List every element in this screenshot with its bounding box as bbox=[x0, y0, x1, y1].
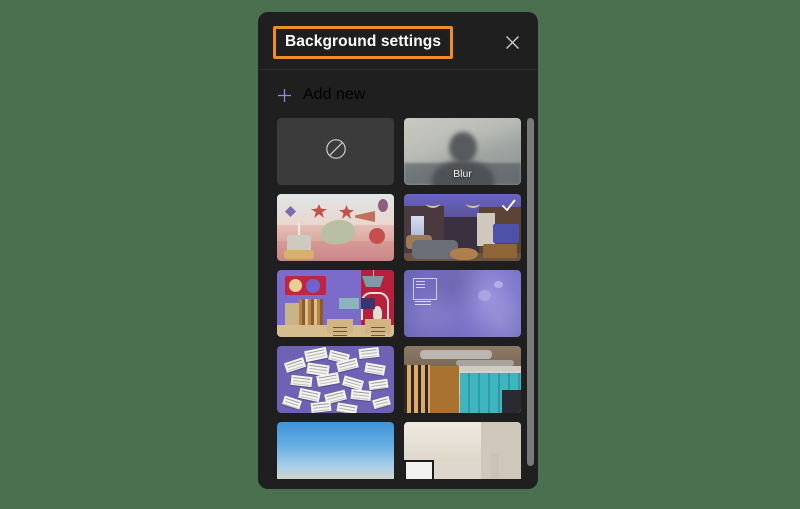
background-tile-blue-sky[interactable] bbox=[277, 422, 394, 479]
living-room-thumbnail bbox=[404, 194, 521, 261]
page-title-highlight: Background settings bbox=[273, 26, 454, 59]
purple-abstract-thumbnail bbox=[404, 270, 521, 337]
close-button[interactable] bbox=[498, 28, 526, 56]
sticky-note bbox=[336, 402, 358, 413]
plus-icon bbox=[277, 88, 292, 103]
background-thumbnail-grid: Blur bbox=[258, 118, 538, 479]
sticky-note bbox=[290, 374, 313, 388]
scrollbar-thumb[interactable] bbox=[527, 118, 534, 466]
background-settings-panel: Background settings Add new Blur bbox=[258, 12, 538, 489]
sticky-note bbox=[364, 362, 386, 376]
sticky-note bbox=[310, 400, 332, 413]
sticky-note bbox=[368, 378, 389, 391]
add-new-button[interactable]: Add new bbox=[258, 70, 365, 118]
no-background-thumbnail bbox=[277, 118, 394, 185]
sticky-note bbox=[316, 372, 340, 387]
page-title: Background settings bbox=[285, 33, 442, 50]
effect-tile-blur[interactable]: Blur bbox=[404, 118, 521, 185]
background-tile-sticky-notes[interactable] bbox=[277, 346, 394, 413]
background-tile-colorful-room[interactable] bbox=[277, 270, 394, 337]
white-room-thumbnail bbox=[404, 422, 521, 479]
sticky-note bbox=[358, 346, 380, 360]
background-tile-party-pastel[interactable] bbox=[277, 194, 394, 261]
add-new-label: Add new bbox=[303, 86, 366, 103]
background-tile-living-room[interactable] bbox=[404, 194, 521, 261]
colorful-room-thumbnail bbox=[277, 270, 394, 337]
blur-thumbnail: Blur bbox=[404, 118, 521, 185]
close-icon bbox=[505, 35, 520, 50]
no-background-icon bbox=[325, 138, 347, 165]
sticky-note bbox=[304, 346, 328, 363]
sticky-note bbox=[350, 388, 372, 402]
sticky-notes-thumbnail bbox=[277, 346, 394, 413]
background-tile-office-lockers[interactable] bbox=[404, 346, 521, 413]
blue-sky-thumbnail bbox=[277, 422, 394, 479]
blur-person-head bbox=[448, 132, 477, 163]
panel-header: Background settings bbox=[258, 12, 538, 70]
sticky-note bbox=[372, 395, 391, 410]
party-pastel-thumbnail bbox=[277, 194, 394, 261]
background-thumbnail-scroll-area: Blur bbox=[258, 118, 538, 479]
effect-tile-none[interactable] bbox=[277, 118, 394, 185]
background-tile-white-room[interactable] bbox=[404, 422, 521, 479]
background-tile-purple-abstract[interactable] bbox=[404, 270, 521, 337]
blur-label: Blur bbox=[453, 168, 472, 180]
office-lockers-thumbnail bbox=[404, 346, 521, 413]
sticky-note bbox=[283, 357, 307, 373]
